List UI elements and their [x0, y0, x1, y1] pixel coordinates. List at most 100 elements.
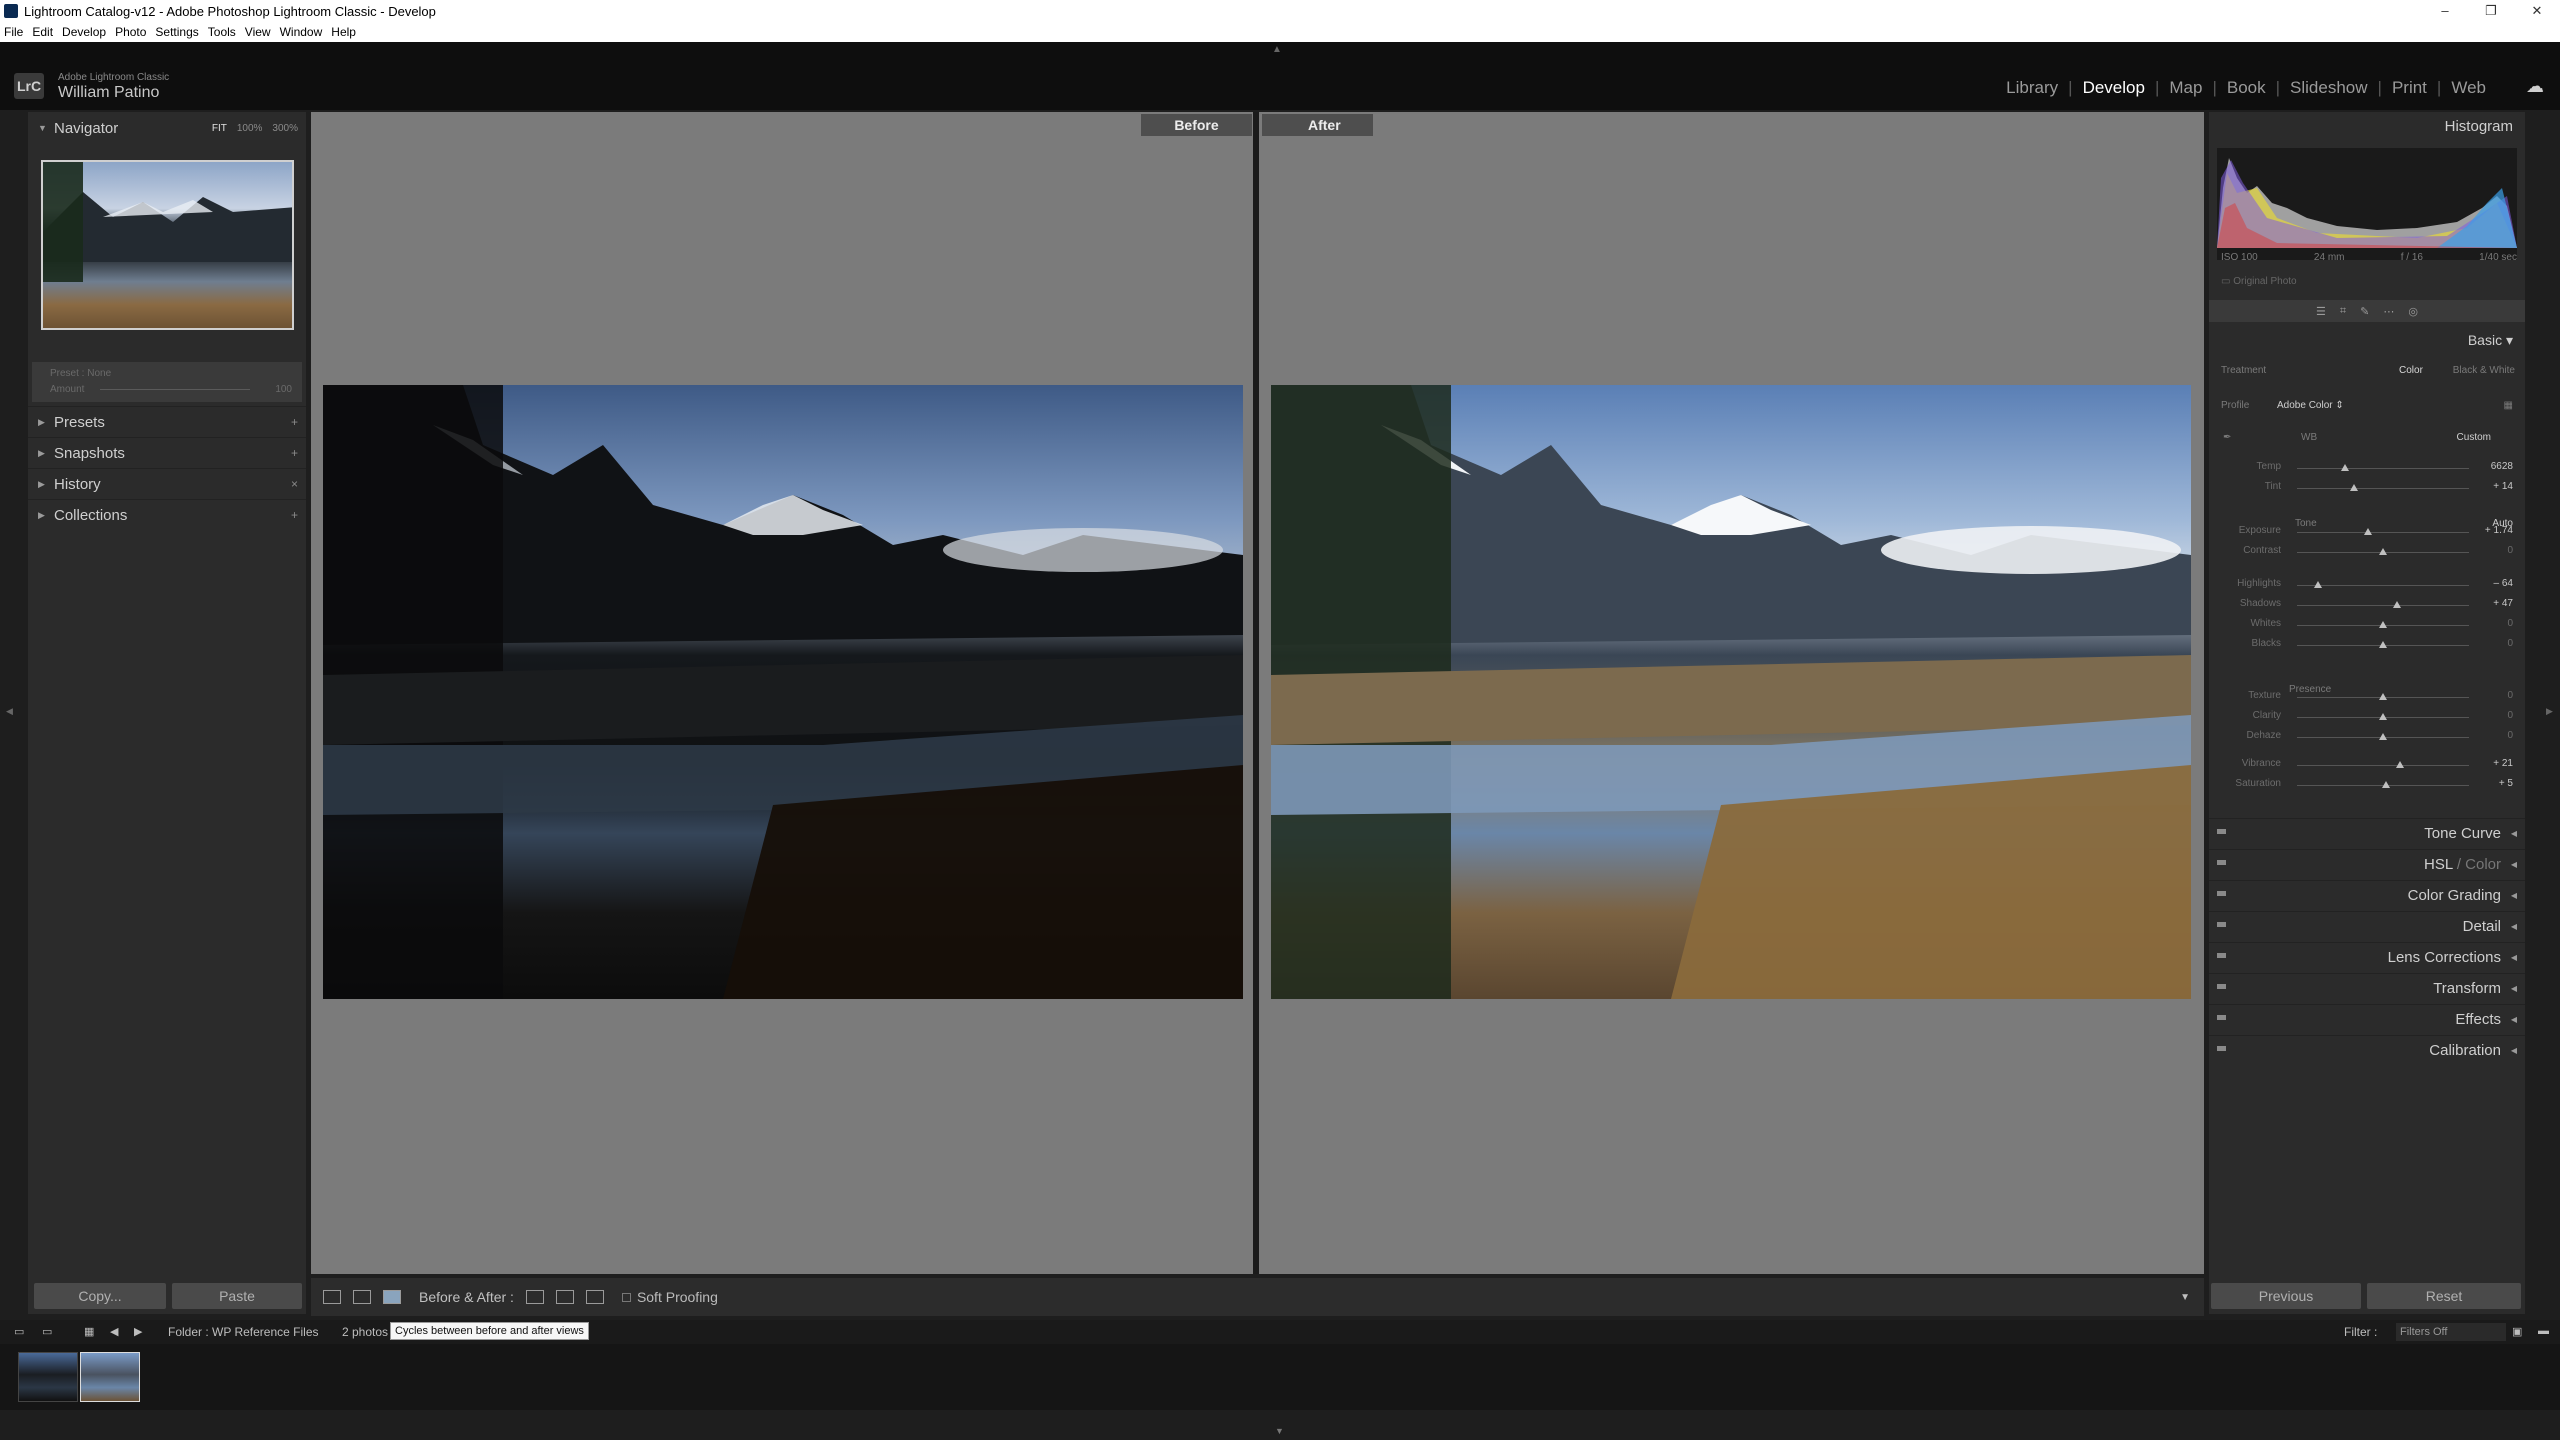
- copy-settings-button[interactable]: Copy...: [34, 1283, 166, 1309]
- presets-header[interactable]: ▶ Presets +: [28, 406, 306, 437]
- collapse-left-panel-icon[interactable]: ◀: [6, 706, 13, 717]
- slider-tint[interactable]: Tint + 14: [2209, 479, 2525, 497]
- slider-track[interactable]: [2297, 605, 2469, 606]
- menu-develop[interactable]: Develop: [62, 25, 106, 39]
- panel-switch-icon[interactable]: [2217, 1046, 2226, 1051]
- panel-color-grading[interactable]: Color Grading ◀: [2209, 880, 2525, 910]
- panel-effects[interactable]: Effects ◀: [2209, 1004, 2525, 1034]
- edit-sliders-icon[interactable]: ☰: [2316, 305, 2326, 318]
- histogram[interactable]: [2217, 148, 2517, 260]
- panel-hsl[interactable]: HSL / Color ◀: [2209, 849, 2525, 879]
- add-snapshot-icon[interactable]: +: [291, 446, 298, 460]
- history-header[interactable]: ▶ History ×: [28, 468, 306, 499]
- menu-settings[interactable]: Settings: [155, 25, 198, 39]
- filmstrip-toggle-icon[interactable]: ▬: [2538, 1325, 2549, 1337]
- swap-before-after-icon[interactable]: [585, 1290, 604, 1304]
- slider-knob[interactable]: [2382, 781, 2391, 788]
- panel-switch-icon[interactable]: [2217, 984, 2226, 989]
- filter-dropdown[interactable]: Filters Off: [2396, 1323, 2506, 1341]
- panel-switch-icon[interactable]: [2217, 922, 2226, 927]
- basic-panel-title[interactable]: Basic ▾: [2468, 332, 2513, 349]
- slider-knob[interactable]: [2379, 693, 2387, 700]
- slider-track[interactable]: [2297, 532, 2469, 533]
- menu-tools[interactable]: Tools: [208, 25, 236, 39]
- grid-view-icon[interactable]: ▦: [84, 1325, 94, 1338]
- slider-track[interactable]: [2297, 488, 2469, 489]
- slider-value[interactable]: 0: [2507, 545, 2513, 556]
- slider-value[interactable]: 0: [2507, 730, 2513, 741]
- zoom-300[interactable]: 300%: [272, 123, 298, 134]
- slider-knob[interactable]: [2379, 621, 2387, 628]
- slider-clarity[interactable]: Clarity 0: [2209, 708, 2525, 726]
- before-after-lr-icon[interactable]: [353, 1290, 371, 1304]
- panel-switch-icon[interactable]: [2217, 891, 2226, 896]
- module-develop[interactable]: Develop: [2073, 78, 2155, 98]
- healing-brush-icon[interactable]: ✎: [2360, 305, 2369, 318]
- slider-blacks[interactable]: Blacks 0: [2209, 636, 2525, 654]
- panel-switch-icon[interactable]: [2217, 860, 2226, 865]
- forward-arrow-icon[interactable]: ▶: [134, 1325, 142, 1338]
- second-window-icon[interactable]: ▭: [42, 1325, 52, 1338]
- slider-texture[interactable]: Texture 0: [2209, 688, 2525, 706]
- soft-proofing-checkbox[interactable]: [621, 1292, 631, 1302]
- slider-knob[interactable]: [2379, 713, 2387, 720]
- snapshots-header[interactable]: ▶ Snapshots +: [28, 437, 306, 468]
- menu-photo[interactable]: Photo: [115, 25, 146, 39]
- slider-whites[interactable]: Whites 0: [2209, 616, 2525, 634]
- slider-knob[interactable]: [2379, 733, 2387, 740]
- collapse-right-panel-icon[interactable]: ▶: [2546, 706, 2553, 717]
- treatment-bw[interactable]: Black & White: [2453, 365, 2515, 376]
- slider-value[interactable]: + 14: [2493, 481, 2513, 492]
- slider-value[interactable]: 0: [2507, 618, 2513, 629]
- previous-button[interactable]: Previous: [2211, 1283, 2361, 1309]
- copy-after-to-before-icon[interactable]: [555, 1290, 574, 1304]
- crop-icon[interactable]: ⌗: [2340, 305, 2346, 318]
- slider-track[interactable]: [2297, 765, 2469, 766]
- module-print[interactable]: Print: [2382, 78, 2437, 98]
- module-book[interactable]: Book: [2217, 78, 2276, 98]
- menu-view[interactable]: View: [245, 25, 271, 39]
- slider-value[interactable]: + 5: [2499, 778, 2513, 789]
- slider-shadows[interactable]: Shadows + 47: [2209, 596, 2525, 614]
- slider-vibrance[interactable]: Vibrance + 21: [2209, 756, 2525, 774]
- slider-knob[interactable]: [2379, 641, 2387, 648]
- histogram-title[interactable]: Histogram: [2445, 118, 2513, 135]
- slider-value[interactable]: 0: [2507, 690, 2513, 701]
- slider-value[interactable]: 0: [2507, 638, 2513, 649]
- slider-value[interactable]: 0: [2507, 710, 2513, 721]
- slider-knob[interactable]: [2396, 761, 2405, 768]
- toolbar-menu-chevron-icon[interactable]: ▼: [2180, 1292, 2190, 1303]
- collapse-bottom-chevron-icon[interactable]: ▼: [1275, 1426, 1284, 1436]
- hsl-color-suffix[interactable]: / Color: [2457, 856, 2501, 873]
- back-arrow-icon[interactable]: ◀: [110, 1325, 118, 1338]
- panel-switch-icon[interactable]: [2217, 829, 2226, 834]
- amount-slider[interactable]: [100, 389, 250, 390]
- reset-button[interactable]: Reset: [2367, 1283, 2521, 1309]
- minimize-button[interactable]: –: [2422, 0, 2468, 22]
- main-window-icon[interactable]: ▭: [14, 1325, 24, 1338]
- panel-switch-icon[interactable]: [2217, 1015, 2226, 1020]
- module-library[interactable]: Library: [1996, 78, 2068, 98]
- navigator-preview[interactable]: [41, 160, 294, 330]
- folder-source[interactable]: Folder : WP Reference Files: [168, 1325, 319, 1339]
- wb-eyedropper-icon[interactable]: ✒: [2223, 432, 2231, 443]
- panel-tone-curve[interactable]: Tone Curve ◀: [2209, 818, 2525, 848]
- menu-file[interactable]: File: [4, 25, 23, 39]
- slider-knob[interactable]: [2341, 464, 2350, 471]
- treatment-color[interactable]: Color: [2399, 365, 2423, 376]
- slider-knob[interactable]: [2363, 528, 2372, 535]
- filter-lock-icon[interactable]: ▣: [2512, 1325, 2522, 1338]
- add-collection-icon[interactable]: +: [291, 508, 298, 522]
- slider-temp[interactable]: Temp 6628: [2209, 459, 2525, 477]
- slider-track[interactable]: [2297, 468, 2469, 469]
- loupe-view-icon[interactable]: [323, 1290, 341, 1304]
- masking-icon[interactable]: ◎: [2408, 305, 2418, 318]
- after-photo[interactable]: [1271, 385, 2191, 999]
- slider-contrast[interactable]: Contrast 0: [2209, 543, 2525, 561]
- slider-value[interactable]: – 64: [2494, 578, 2513, 589]
- before-after-split-icon[interactable]: [383, 1290, 401, 1304]
- zoom-100[interactable]: 100%: [237, 123, 263, 134]
- filmstrip-thumbnail[interactable]: [18, 1352, 78, 1402]
- panel-lens-corrections[interactable]: Lens Corrections ◀: [2209, 942, 2525, 972]
- slider-exposure[interactable]: Exposure + 1.74: [2209, 523, 2525, 541]
